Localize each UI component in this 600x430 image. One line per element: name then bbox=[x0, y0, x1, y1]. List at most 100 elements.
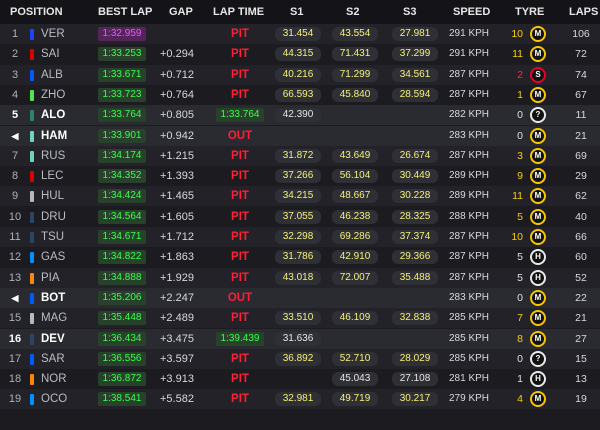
tyre-age: 2 bbox=[517, 68, 523, 81]
tyre-age: 9 bbox=[517, 170, 523, 183]
laps-cell: 62 bbox=[575, 190, 587, 203]
table-row[interactable]: ◀ HAM 1:33.901 +0.942 OUT 283 KPH 0 M 21 bbox=[0, 125, 600, 146]
sector-1-cell: 33.510 bbox=[275, 311, 321, 326]
laps-cell: 21 bbox=[575, 129, 587, 142]
tyre-compound-icon: H bbox=[530, 249, 546, 266]
speed-cell: 287 KPH bbox=[449, 149, 490, 161]
position-cell: 11 bbox=[9, 231, 21, 243]
table-row[interactable]: 10 DRU 1:34.564 +1.605 PIT 37.055 46.238 28.325… bbox=[0, 206, 600, 227]
sector-2-cell: 52.710 bbox=[332, 351, 378, 366]
lap-time-status: PIT bbox=[231, 393, 249, 406]
position-cell: ◀ bbox=[11, 130, 19, 141]
gap-cell: +0.764 bbox=[160, 88, 194, 101]
sector-1-cell: 34.215 bbox=[275, 189, 321, 204]
table-row[interactable]: 16 DEV 1:36.434 +3.475 1:39.439 31.636 285 KPH… bbox=[0, 328, 600, 349]
driver-code: PIA bbox=[41, 271, 60, 284]
lap-time-status: PIT bbox=[231, 271, 249, 284]
tyre-compound-icon: M bbox=[530, 86, 546, 103]
tyre-compound-icon: M bbox=[530, 26, 546, 42]
driver-code: ALB bbox=[41, 68, 63, 81]
table-row[interactable]: 18 NOR 1:36.872 +3.913 PIT 45.043 27.108 281 KP… bbox=[0, 369, 600, 390]
team-color-bar bbox=[30, 29, 34, 40]
table-row[interactable]: 11 TSU 1:34.671 +1.712 PIT 32.298 69.286 37.374… bbox=[0, 227, 600, 247]
table-row[interactable]: 5 ALO 1:33.764 +0.805 1:33.764 42.390 282 KPH 0… bbox=[0, 105, 600, 126]
best-lap-cell: 1:36.556 bbox=[98, 351, 146, 366]
team-color-bar bbox=[30, 353, 34, 365]
best-lap-cell: 1:33.901 bbox=[98, 128, 146, 143]
team-color-bar bbox=[30, 292, 34, 304]
table-row[interactable]: 12 GAS 1:34.822 +1.863 PIT 31.786 42.910 29.366… bbox=[0, 247, 600, 268]
best-lap-cell: 1:34.564 bbox=[98, 209, 146, 224]
gap-cell: +0.942 bbox=[160, 129, 194, 142]
sector-2-cell: 71.299 bbox=[332, 67, 378, 82]
sector-3-cell: 34.561 bbox=[392, 67, 438, 82]
sector-2-cell: 46.109 bbox=[332, 311, 378, 326]
driver-code: HAM bbox=[41, 129, 68, 142]
team-color-bar bbox=[30, 89, 34, 101]
sector-1-cell: 31.454 bbox=[275, 27, 321, 41]
driver-code: NOR bbox=[41, 373, 67, 386]
lap-time-status: PIT bbox=[231, 170, 249, 183]
sector-1-cell: 40.216 bbox=[275, 67, 321, 82]
lap-time-status: OUT bbox=[227, 291, 253, 304]
position-cell: 16 bbox=[8, 332, 22, 345]
best-lap-cell: 1:38.541 bbox=[98, 392, 146, 407]
team-color-bar bbox=[30, 232, 34, 243]
table-row[interactable]: 9 HUL 1:34.424 +1.465 PIT 34.215 48.667 30.228 2… bbox=[0, 186, 600, 207]
sector-3-cell: 29.366 bbox=[392, 250, 438, 265]
sector-3-cell: 35.488 bbox=[392, 270, 438, 285]
team-color-bar bbox=[30, 272, 34, 284]
laps-cell: 60 bbox=[575, 251, 587, 264]
gap-cell: +1.712 bbox=[160, 231, 194, 243]
laps-cell: 106 bbox=[572, 28, 590, 40]
best-lap-cell: 1:33.253 bbox=[98, 47, 146, 62]
sector-3-cell: 28.029 bbox=[392, 351, 438, 366]
laps-cell: 69 bbox=[575, 149, 587, 162]
driver-code: SAR bbox=[41, 352, 65, 365]
table-row[interactable]: 1 VER 1:32.959 PIT 31.454 43.554 27.981 291 KPH… bbox=[0, 24, 600, 44]
position-cell: 15 bbox=[8, 312, 22, 325]
tyre-compound-icon: S bbox=[530, 66, 546, 83]
speed-cell: 285 KPH bbox=[449, 332, 490, 344]
sector-3-cell: 27.108 bbox=[392, 372, 438, 387]
lap-time-status: PIT bbox=[231, 28, 249, 40]
speed-cell: 285 KPH bbox=[449, 312, 490, 324]
header-best-lap: BEST LAP bbox=[98, 6, 153, 18]
table-row[interactable]: 8 LEC 1:34.352 +1.393 PIT 37.266 56.104 30.449 2… bbox=[0, 166, 600, 187]
tyre-age: 11 bbox=[512, 190, 523, 203]
driver-code: ALO bbox=[41, 109, 66, 122]
laps-cell: 66 bbox=[575, 231, 587, 243]
gap-cell: +1.215 bbox=[160, 149, 194, 162]
header-s1: S1 bbox=[290, 6, 304, 18]
best-lap-cell: 1:35.448 bbox=[98, 311, 146, 326]
sector-3-cell: 27.981 bbox=[392, 27, 438, 41]
tyre-age: 1 bbox=[517, 373, 523, 386]
table-row[interactable]: 3 ALB 1:33.671 +0.712 PIT 40.216 71.299 34.561 2… bbox=[0, 64, 600, 85]
best-lap-cell: 1:34.822 bbox=[98, 250, 146, 265]
speed-cell: 281 KPH bbox=[449, 373, 490, 385]
sector-3-cell: 26.674 bbox=[392, 148, 438, 163]
table-row[interactable]: 13 PIA 1:34.888 +1.929 PIT 43.018 72.007 35.488… bbox=[0, 267, 600, 288]
sector-2-cell: 49.719 bbox=[332, 392, 378, 407]
position-cell: 4 bbox=[11, 88, 19, 101]
gap-cell: +1.465 bbox=[160, 190, 194, 203]
table-row[interactable]: 7 RUS 1:34.174 +1.215 PIT 31.872 43.649 26.674 2… bbox=[0, 145, 600, 166]
tyre-compound-icon: M bbox=[530, 229, 546, 245]
table-row[interactable]: 4 ZHO 1:33.723 +0.764 PIT 66.593 45.840 28.594 2… bbox=[0, 84, 600, 105]
tyre-age: 8 bbox=[517, 332, 523, 345]
speed-cell: 287 KPH bbox=[449, 271, 490, 283]
table-row[interactable]: 2 SAI 1:33.253 +0.294 PIT 44.315 71.431 37.299 2… bbox=[0, 44, 600, 65]
team-color-bar bbox=[30, 191, 34, 203]
lap-time-status: PIT bbox=[231, 88, 249, 101]
sector-2-cell: 72.007 bbox=[332, 270, 378, 285]
sector-3-cell: 28.325 bbox=[392, 209, 438, 224]
table-row[interactable]: 15 MAG 1:35.448 +2.489 PIT 33.510 46.109 32.838… bbox=[0, 308, 600, 329]
best-lap-cell: 1:33.764 bbox=[98, 108, 146, 123]
table-row[interactable]: 19 OCO 1:38.541 +5.582 PIT 32.981 49.719 30.217… bbox=[0, 389, 600, 410]
driver-code: LEC bbox=[41, 170, 64, 183]
table-row[interactable]: 17 SAR 1:36.556 +3.597 PIT 36.892 52.710 28.029… bbox=[0, 348, 600, 369]
laps-cell: 74 bbox=[575, 68, 587, 81]
table-row[interactable]: ◀ BOT 1:35.206 +2.247 OUT 283 KPH 0 M 22 bbox=[0, 287, 600, 308]
sector-2-cell: 71.431 bbox=[332, 47, 378, 62]
speed-cell: 279 KPH bbox=[449, 393, 490, 405]
